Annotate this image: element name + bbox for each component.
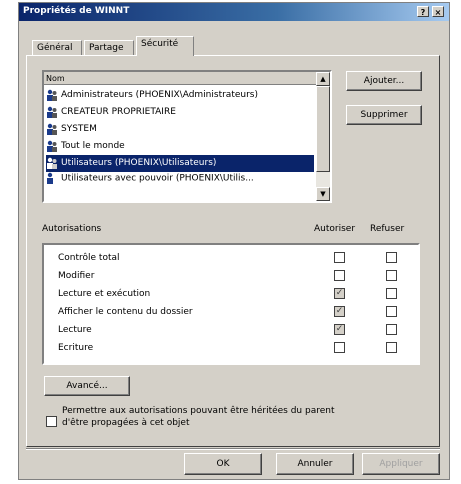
deny-checkbox[interactable] (386, 288, 397, 299)
list-item[interactable]: Tout le monde (46, 138, 314, 155)
inherit-label-line1: Permettre aux autorisations pouvant être… (62, 406, 335, 416)
names-list[interactable]: Nom Administrateurs (PHOENIX\Administrat… (42, 70, 332, 203)
permission-name: Contrôle total (58, 253, 120, 263)
allow-checkbox[interactable] (334, 252, 345, 263)
deny-checkbox[interactable] (386, 252, 397, 263)
allow-checkbox-checked[interactable]: ✓ (334, 288, 345, 299)
apply-button[interactable]: Appliquer (362, 453, 440, 475)
add-button[interactable]: Ajouter... (346, 71, 422, 91)
list-item-label: Utilisateurs (PHOENIX\Utilisateurs) (61, 158, 217, 168)
allow-column-header: Autoriser (314, 224, 356, 234)
list-item-label: Tout le monde (61, 141, 125, 151)
deny-column-header: Refuser (370, 224, 405, 234)
allow-checkbox-checked[interactable]: ✓ (334, 306, 345, 317)
cancel-button[interactable]: Annuler (276, 453, 354, 475)
scroll-thumb[interactable] (316, 86, 330, 172)
scroll-down-icon[interactable]: ▼ (316, 187, 330, 201)
allow-checkbox[interactable] (334, 342, 345, 353)
permissions-label: Autorisations (42, 224, 102, 234)
list-item[interactable]: Administrateurs (PHOENIX\Administrateurs… (46, 87, 314, 104)
permission-row: Contrôle total (44, 249, 430, 268)
title-bar: Propriétés de WINNT ? × (19, 3, 449, 21)
list-item-label: Utilisateurs avec pouvoir (PHOENIX\Utili… (61, 173, 254, 184)
permission-row: Ecriture (44, 339, 430, 358)
users-icon (47, 89, 57, 101)
permission-name: Afficher le contenu du dossier (58, 307, 193, 317)
deny-checkbox[interactable] (386, 270, 397, 281)
names-scrollbar[interactable]: ▲ ▼ (316, 72, 330, 201)
close-button[interactable]: × (432, 6, 444, 17)
list-item-partial[interactable]: Utilisateurs avec pouvoir (PHOENIX\Utili… (46, 172, 314, 184)
tab-sharing[interactable]: Partage (84, 40, 134, 55)
list-item-label: Administrateurs (PHOENIX\Administrateurs… (61, 90, 258, 100)
users-icon (47, 123, 57, 135)
scroll-up-icon[interactable]: ▲ (316, 72, 330, 86)
list-item[interactable]: SYSTEM (46, 121, 314, 138)
list-item-label: SYSTEM (61, 124, 97, 134)
deny-checkbox[interactable] (386, 306, 397, 317)
list-item[interactable]: CREATEUR PROPRIETAIRE (46, 104, 314, 121)
permission-name: Ecriture (58, 343, 94, 353)
advanced-button[interactable]: Avancé... (44, 376, 130, 396)
names-list-header[interactable]: Nom (44, 72, 316, 85)
deny-checkbox[interactable] (386, 342, 397, 353)
tab-security[interactable]: Sécurité (136, 36, 194, 56)
users-icon (47, 172, 53, 184)
permission-row: Lecture et exécution ✓ (44, 285, 430, 304)
permission-name: Lecture et exécution (58, 289, 151, 299)
users-icon (47, 140, 57, 152)
inherit-label-line2: d'être propagées à cet objet (62, 418, 190, 428)
window-title: Propriétés de WINNT (23, 6, 130, 16)
inherit-checkbox[interactable] (46, 416, 57, 427)
users-icon (47, 106, 57, 118)
list-item-label: CREATEUR PROPRIETAIRE (61, 107, 176, 117)
inherit-label: Permettre aux autorisations pouvant être… (62, 405, 335, 429)
permission-row: Modifier (44, 267, 430, 286)
list-item-selected[interactable]: Utilisateurs (PHOENIX\Utilisateurs) (46, 155, 314, 172)
permission-name: Modifier (58, 271, 95, 281)
remove-button[interactable]: Supprimer (346, 105, 422, 125)
permission-row: Lecture ✓ (44, 321, 430, 340)
allow-checkbox[interactable] (334, 270, 345, 281)
users-icon (47, 157, 57, 169)
permission-name: Lecture (58, 325, 92, 335)
tab-general[interactable]: Général (32, 40, 82, 55)
permission-row: Afficher le contenu du dossier ✓ (44, 303, 430, 322)
deny-checkbox[interactable] (386, 324, 397, 335)
ok-button[interactable]: OK (184, 453, 262, 475)
permissions-list: Contrôle total Modifier Lecture et exécu… (42, 243, 420, 365)
allow-checkbox-checked[interactable]: ✓ (334, 324, 345, 335)
help-button[interactable]: ? (417, 6, 429, 17)
separator (26, 448, 440, 450)
